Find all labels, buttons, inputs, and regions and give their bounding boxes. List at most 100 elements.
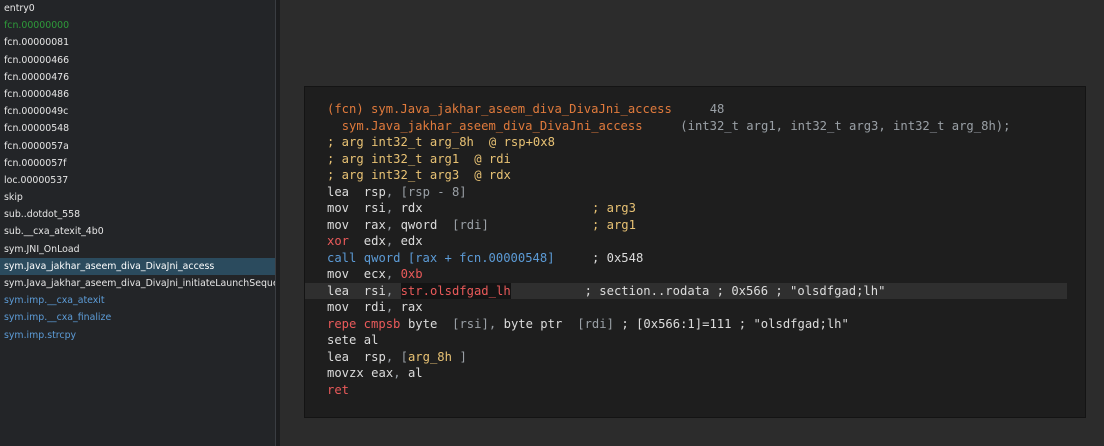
disasm-token[interactable]: ; arg1 — [592, 217, 636, 234]
disasm-token[interactable]: lea — [327, 184, 349, 201]
disasm-token[interactable]: xor — [327, 233, 349, 250]
disasm-line[interactable]: mov rdi, rax — [305, 299, 1067, 316]
function-list-item[interactable]: sym.JNI_OnLoad — [0, 241, 275, 258]
disasm-token[interactable]: ] — [459, 349, 466, 366]
disasm-token[interactable]: [rsp - 8] — [401, 184, 467, 201]
disasm-token[interactable]: sym.Java_jakhar_aseem_diva_DivaJni_acces… — [342, 118, 643, 135]
function-list-item[interactable]: sym.Java_jakhar_aseem_diva_DivaJni_initi… — [0, 275, 275, 292]
disasm-line[interactable]: mov rsi, rdx ; arg3 — [305, 200, 1067, 217]
disasm-token[interactable]: mov — [327, 217, 349, 234]
disasm-token[interactable]: , — [386, 217, 393, 234]
disasm-token[interactable]: int32_t arg3 — [371, 167, 459, 184]
disasm-token[interactable]: lea — [327, 349, 349, 366]
disasm-token[interactable]: repe cmpsb — [327, 316, 400, 333]
function-list-item[interactable]: fcn.0000057a — [0, 138, 275, 155]
disasm-token[interactable]: eax — [371, 365, 393, 382]
disasm-token[interactable]: rsp — [364, 349, 386, 366]
disasm-line[interactable]: repe cmpsb byte [rsi], byte ptr [rdi] ; [0x56… — [305, 316, 1067, 333]
function-list-item[interactable]: fcn.0000049c — [0, 103, 275, 120]
disasm-token[interactable]: ; arg3 — [592, 200, 636, 217]
disasm-token[interactable]: mov — [327, 299, 349, 316]
disasm-line[interactable]: xor edx, edx — [305, 233, 1067, 250]
disasm-token[interactable]: arg_8h — [408, 349, 452, 366]
disasm-token[interactable]: mov — [327, 266, 349, 283]
disasm-token[interactable]: @ rdx — [474, 167, 511, 184]
disasm-line-current[interactable]: lea rsi, str.olsdfgad_lh ; section..rodata … — [305, 282, 1067, 300]
function-list-item[interactable]: fcn.00000476 — [0, 69, 275, 86]
disasm-line[interactable]: mov rax, qword [rdi] ; arg1 — [305, 217, 1067, 234]
disasm-line[interactable]: ; arg int32_t arg3 @ rdx — [305, 167, 1067, 184]
function-list-item[interactable]: entry0 — [0, 0, 275, 17]
selected-operand[interactable]: str.olsdfgad_lh — [400, 282, 511, 299]
disasm-token[interactable]: ecx — [364, 266, 386, 283]
function-list-item[interactable]: loc.00000537 — [0, 172, 275, 189]
disasm-token[interactable]: , — [386, 233, 393, 250]
function-list-item[interactable]: sub.__cxa_atexit_4b0 — [0, 223, 275, 240]
disasm-token[interactable]: edx — [364, 233, 386, 250]
disasm-token[interactable]: [ — [401, 349, 408, 366]
disasm-line[interactable]: lea rsp, [arg_8h] — [305, 349, 1067, 366]
function-list-item[interactable]: sym.Java_jakhar_aseem_diva_DivaJni_acces… — [0, 257, 275, 275]
disasm-line[interactable]: sete al — [305, 332, 1067, 349]
disasm-token[interactable]: , — [386, 299, 393, 316]
disasm-token[interactable]: ; arg — [327, 151, 364, 168]
disasm-token[interactable]: ; section..rodata ; 0x566 ; "olsdfgad;lh… — [585, 283, 886, 300]
disasm-token[interactable]: ; 0x548 — [592, 250, 643, 267]
function-list-item[interactable]: fcn.00000486 — [0, 86, 275, 103]
disasm-token[interactable]: ; [0x566:1]=111 ; "olsdfgad;lh" — [621, 316, 848, 333]
function-list-item[interactable]: fcn.0000057f — [0, 155, 275, 172]
disasm-token[interactable]: , — [386, 349, 393, 366]
disasm-token[interactable]: 0xb — [401, 266, 423, 283]
graph-view[interactable]: (fcn) sym.Java_jakhar_aseem_diva_DivaJni… — [280, 0, 1104, 446]
disasm-token[interactable]: ret — [327, 382, 349, 399]
disasm-token[interactable]: rsp — [364, 184, 386, 201]
disasm-line[interactable]: ; arg int32_t arg_8h @ rsp+0x8 — [305, 134, 1067, 151]
disasm-token[interactable]: @ rdi — [474, 151, 511, 168]
disasm-token[interactable]: , — [386, 266, 393, 283]
function-list-item[interactable]: skip — [0, 189, 275, 206]
disasm-token[interactable]: mov — [327, 200, 349, 217]
function-list-item[interactable]: fcn.00000548 — [0, 120, 275, 137]
disasm-line[interactable]: call qword [rax + fcn.00000548] ; 0x548 — [305, 250, 1067, 267]
disasm-token[interactable]: al — [408, 365, 423, 382]
disasm-line[interactable]: sym.Java_jakhar_aseem_diva_DivaJni_acces… — [305, 118, 1067, 135]
disasm-line[interactable]: ret — [305, 382, 1067, 399]
function-list-item[interactable]: fcn.00000000 — [0, 17, 275, 34]
disasm-token[interactable]: lea — [327, 283, 349, 300]
disasm-token[interactable]: rdx — [401, 200, 423, 217]
disasm-token[interactable]: al — [364, 332, 379, 349]
disasm-token[interactable]: rsi — [364, 283, 386, 300]
disasm-token[interactable]: edx — [401, 233, 423, 250]
disasm-token[interactable]: , — [393, 365, 400, 382]
disasm-line[interactable]: (fcn) sym.Java_jakhar_aseem_diva_DivaJni… — [305, 101, 1067, 118]
disasm-line[interactable]: ; arg int32_t arg1 @ rdi — [305, 151, 1067, 168]
disasm-token[interactable]: int32_t arg1 — [371, 151, 459, 168]
disasm-token[interactable]: qword — [401, 217, 438, 234]
disasm-line[interactable]: mov ecx, 0xb — [305, 266, 1067, 283]
function-list-item[interactable]: fcn.00000081 — [0, 34, 275, 51]
disasm-token[interactable]: qword [rax + fcn.00000548] — [364, 250, 555, 267]
disasm-line[interactable]: movzx eax, al — [305, 365, 1067, 382]
disasm-token[interactable]: , — [489, 316, 496, 333]
disasm-token[interactable]: 48 — [710, 101, 725, 118]
function-list-item[interactable]: sub..dotdot_558 — [0, 206, 275, 223]
disasm-token[interactable]: @ rsp+0x8 — [489, 134, 555, 151]
function-list-item[interactable]: fcn.00000466 — [0, 52, 275, 69]
disassembly-graph-node[interactable]: (fcn) sym.Java_jakhar_aseem_diva_DivaJni… — [304, 86, 1086, 418]
function-list-item[interactable]: sym.imp.__cxa_finalize — [0, 309, 275, 326]
disasm-token[interactable]: rax — [364, 217, 386, 234]
disasm-token[interactable]: rsi — [364, 200, 386, 217]
disasm-token[interactable]: (fcn) sym.Java_jakhar_aseem_diva_DivaJni… — [327, 101, 672, 118]
disasm-token[interactable]: ; arg — [327, 167, 364, 184]
disasm-token[interactable]: movzx — [327, 365, 364, 382]
disasm-token[interactable]: , — [386, 283, 393, 300]
disasm-token[interactable]: rax — [401, 299, 423, 316]
disasm-token[interactable]: [rdi] — [577, 316, 614, 333]
disasm-token[interactable]: call — [327, 250, 356, 267]
disasm-token[interactable]: int32_t arg_8h — [371, 134, 474, 151]
disasm-token[interactable]: , — [386, 184, 393, 201]
disasm-token[interactable]: sete — [327, 332, 356, 349]
disasm-token[interactable]: (int32_t arg1, int32_t arg3, int32_t arg… — [680, 118, 1010, 135]
function-list-item[interactable]: sym.imp.strcpy — [0, 327, 275, 344]
disasm-token[interactable]: [rsi] — [452, 316, 489, 333]
